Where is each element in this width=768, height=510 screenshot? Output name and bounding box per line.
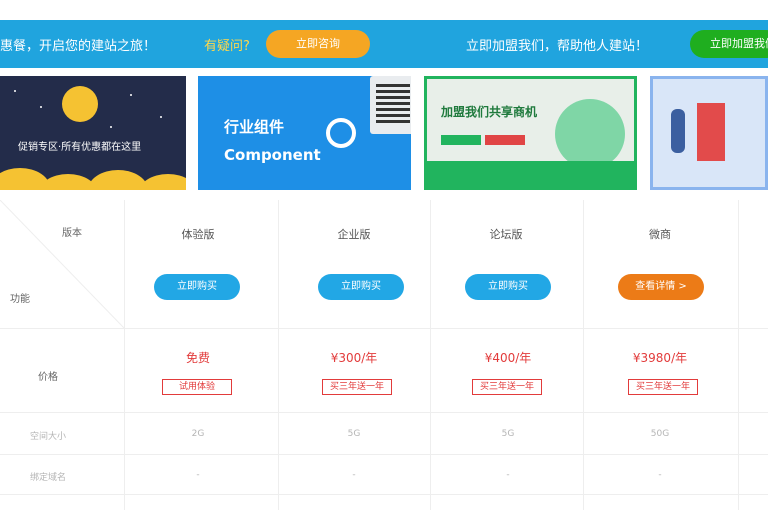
people-illustration [555,99,625,169]
plan-space: 2G [191,429,205,439]
plan-space: 50G [650,429,670,439]
thumbnail-join-us[interactable]: 加盟我们共享商机 [424,76,637,190]
plan-name: 企业版 [337,228,371,241]
plan-price: 免费 [185,351,211,365]
plan-space: 5G [347,429,361,439]
promo-tag: 买三年送一年 [322,379,392,395]
column-divider [430,200,431,510]
laptop-icon [370,76,411,134]
column-divider [278,200,279,510]
promo-left-text: 惠餐，开启您的建站之旅！ [0,39,157,54]
promo-tag: 买三年送一年 [472,379,542,395]
star-icon [110,126,112,128]
promo-right-text: 立即加盟我们，帮助他人建站！ [466,39,649,54]
q-logo-icon [326,118,356,148]
plan-price: ¥300/年 [330,351,378,365]
thumbnail-caption: 促销专区·所有优惠都在这里 [18,142,142,153]
thumbnail-title: 行业组件 [224,118,285,136]
thumbnail-industry-components[interactable]: 行业组件 Component [198,76,411,190]
page: 惠餐，开启您的建站之旅！ 有疑问? 立即咨询 立即加盟我们，帮助他人建站！ 立即… [0,0,768,510]
cloud-shape [138,174,186,190]
row-divider [0,494,768,495]
plan-domain: - [658,470,662,480]
thumbnail-title: 加盟我们共享商机 [441,105,538,119]
plan-price: ¥400/年 [484,351,532,365]
promo-banner: 惠餐，开启您的建站之旅！ 有疑问? 立即咨询 立即加盟我们，帮助他人建站！ 立即… [0,20,768,68]
join-now-button[interactable]: 立即加盟我们 [690,30,768,58]
row-domain-label: 绑定域名 [29,473,67,483]
header-diagonal [0,200,124,328]
mascot-icon [62,86,98,122]
thumbnail-subtitle: Component [224,146,321,164]
header-version-label: 版本 [62,228,82,239]
row-divider [0,328,768,329]
tag-shape [441,135,481,145]
view-details-button[interactable]: 查看详情 > [618,274,704,300]
person-illustration [671,109,685,153]
plan-price: ¥3980/年 [632,351,688,365]
plan-name: 论坛版 [489,228,523,241]
footer-band [427,161,634,187]
buy-now-button[interactable]: 立即购买 [465,274,551,300]
tag-shape [485,135,525,145]
buy-now-button[interactable]: 立即购买 [154,274,240,300]
book-illustration [697,103,725,161]
row-divider [0,454,768,455]
pricing-table: 版本 功能 价格 空间大小 绑定域名 体验版 立即购买 免费 试用体验 2G -… [0,200,768,510]
promo-question-text: 有疑问? [204,39,250,54]
star-icon [40,106,42,108]
star-icon [160,116,162,118]
plan-name: 微商 [649,228,671,241]
star-icon [14,90,16,92]
plan-domain: - [196,470,200,480]
consult-now-button[interactable]: 立即咨询 [266,30,370,58]
buy-now-button[interactable]: 立即购买 [318,274,404,300]
thumbnail-promo-zone[interactable]: 促销专区·所有优惠都在这里 [0,76,186,190]
plan-domain: - [352,470,356,480]
column-divider [738,200,739,510]
row-space-label: 空间大小 [29,432,67,442]
star-icon [130,94,132,96]
trial-tag[interactable]: 试用体验 [162,379,232,395]
promo-tag: 买三年送一年 [628,379,698,395]
thumbnail-feature-4[interactable] [650,76,768,190]
column-divider [583,200,584,510]
plan-name: 体验版 [181,228,215,241]
plan-space: 5G [501,429,515,439]
row-price-label: 价格 [38,372,58,383]
header-function-label: 功能 [10,294,30,305]
column-divider [124,200,125,510]
plan-domain: - [506,470,510,480]
row-divider [0,412,768,413]
